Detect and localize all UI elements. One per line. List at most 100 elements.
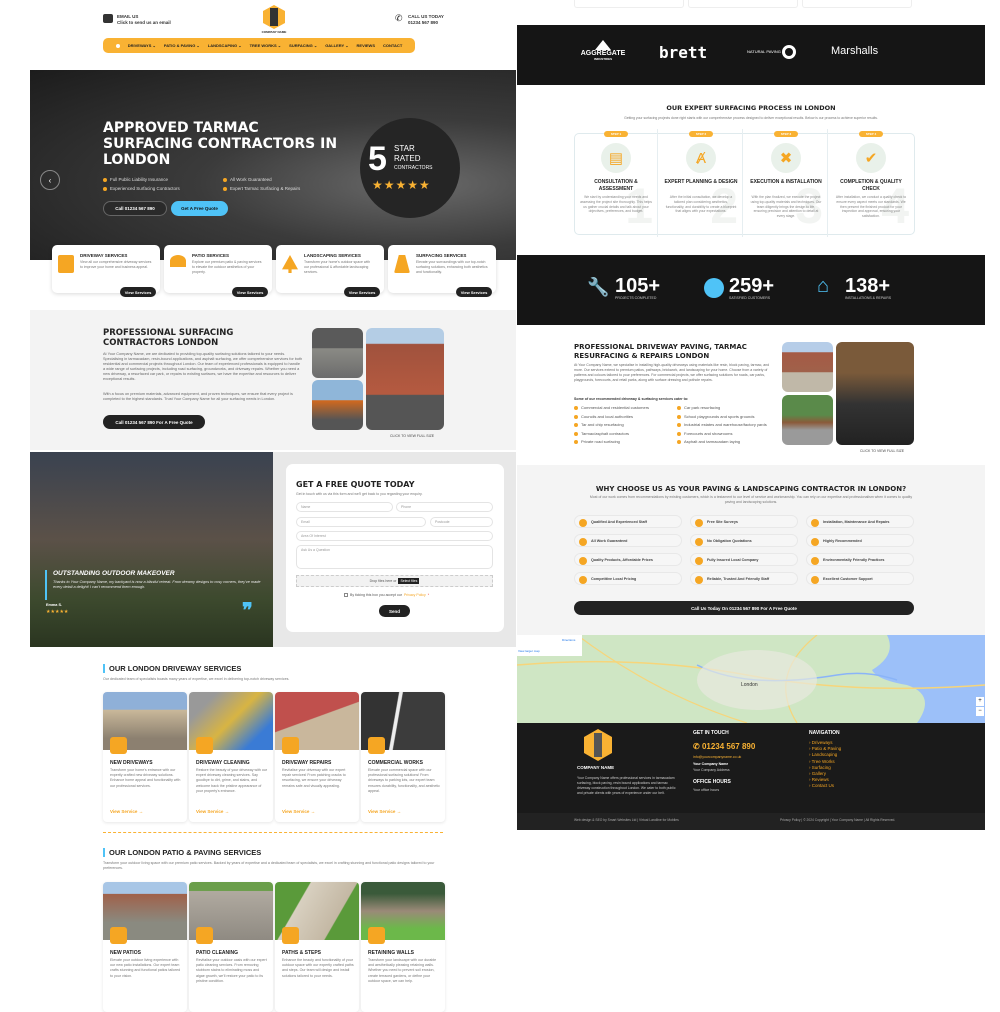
phone-field[interactable]: Phone — [396, 502, 493, 512]
map-zoom-out-button[interactable]: − — [976, 707, 984, 716]
nav-item-reviews[interactable]: REVIEWS — [357, 43, 375, 48]
map-canvas[interactable] — [517, 635, 985, 723]
service-card-title: LANDSCAPING SERVICES — [304, 253, 361, 258]
why-item: No Obligation Quotations — [690, 534, 798, 547]
directions-link[interactable]: Directions — [562, 638, 575, 642]
gallery-hint[interactable]: CLICK TO VIEW FULL SIZE — [860, 449, 904, 453]
map-zoom-in-button[interactable]: + — [976, 697, 984, 706]
map-embed[interactable]: Directions View larger map London + − — [517, 635, 985, 723]
nav-item-driveways[interactable]: DRIVEWAYS ⌄ — [128, 43, 156, 48]
view-services-button[interactable]: View Services — [232, 287, 268, 297]
section-title: OUR LONDON PATIO & PAVING SERVICES — [103, 848, 443, 857]
gallery-image-house[interactable] — [782, 342, 833, 392]
area-select[interactable]: Area Of Interest — [296, 531, 493, 541]
service-card-driveway-repairs[interactable]: DRIVEWAY REPAIRS Revitalise your drivewa… — [275, 692, 359, 822]
nav-item-contact[interactable]: CONTACT — [383, 43, 402, 48]
view-services-button[interactable]: View Services — [344, 287, 380, 297]
hero-quote-button[interactable]: Get A Free Quote — [171, 201, 228, 216]
gallery-image-gravel[interactable] — [312, 328, 363, 378]
gallery-hint[interactable]: CLICK TO VIEW FULL SIZE — [390, 434, 434, 438]
patio-door-icon — [110, 927, 127, 944]
select-files-button[interactable]: Select files — [398, 578, 420, 584]
nav-item-patio[interactable]: PATIO & PAVING ⌄ — [164, 43, 200, 48]
footer-copyright[interactable]: Privacy Policy | © 2024 Copyright | Your… — [780, 818, 895, 822]
nav-item-surfacing[interactable]: SURFACING ⌄ — [289, 43, 317, 48]
about-title: PROFESSIONAL SURFACING CONTRACTORS LONDO… — [103, 328, 234, 348]
footer-phone[interactable]: ✆ 01234 567 890 — [693, 742, 755, 751]
service-card-desc: View all our comprehensive driveway serv… — [80, 260, 152, 269]
logo-text: COMPANY NAME — [261, 30, 287, 34]
service-card-desc: Explore our premium patio & paving servi… — [192, 260, 262, 274]
about-call-button[interactable]: Call 01234 567 890 For A Free Quote — [103, 415, 205, 429]
step-desc: We start by understanding your needs and… — [580, 195, 652, 214]
badge-rated-text: RATED — [394, 154, 421, 163]
nav-item-tree-works[interactable]: TREE WORKS ⌄ — [250, 43, 282, 48]
call-number[interactable]: 01234 567 890 — [408, 20, 438, 25]
list-item: Tar and chip resurfacing — [574, 422, 624, 427]
name-field[interactable]: Name — [296, 502, 393, 512]
service-card-surfacing: SURFACING SERVICES Elevate your surround… — [388, 245, 496, 297]
consent-checkbox[interactable] — [344, 593, 348, 597]
list-item: Industrial estates and warehouse/factory… — [677, 422, 767, 427]
step-title: EXECUTION & INSTALLATION — [750, 179, 822, 185]
drop-text: Drop files here or — [369, 579, 397, 583]
card-remnant — [802, 0, 912, 8]
why-item: Qualified And Experienced Staff — [574, 515, 682, 528]
gallery-image-driveway[interactable] — [782, 395, 833, 445]
footer-nav-link[interactable]: Landscaping — [809, 752, 841, 758]
footer-email[interactable]: info@yourcompanyname.co.uk — [693, 755, 741, 759]
service-card-new-driveways[interactable]: NEW DRIVEWAYS Transform your home's entr… — [103, 692, 187, 822]
gallery-image-roller[interactable] — [312, 380, 363, 430]
patio-services-section: OUR LONDON PATIO & PAVING SERVICES Trans… — [103, 848, 443, 871]
step-title: EXPERT PLANNING & DESIGN — [664, 179, 738, 185]
service-card-driveway-cleaning[interactable]: DRIVEWAY CLEANING Restore the beauty of … — [189, 692, 273, 822]
email-field[interactable]: Email — [296, 517, 426, 527]
view-service-link[interactable]: View Service → — [368, 809, 401, 814]
company-logo[interactable] — [263, 5, 285, 29]
gallery-image-tarmac-laying[interactable] — [836, 342, 914, 445]
view-larger-map-link[interactable]: View larger map — [518, 649, 540, 653]
view-services-button[interactable]: View Services — [456, 287, 492, 297]
file-dropzone[interactable]: Drop files here or Select files — [296, 575, 493, 587]
process-step: 1 STEP 1 ▤ CONSULTATION & ASSESSMENT We … — [574, 129, 658, 237]
view-service-link[interactable]: View Service → — [196, 809, 229, 814]
view-service-link[interactable]: View Service → — [282, 809, 315, 814]
paving-title: PROFESSIONAL DRIVEWAY PAVING, TARMAC RES… — [574, 343, 747, 360]
tools-icon: ✖ — [771, 143, 801, 173]
why-item: Highly Recommended — [806, 534, 914, 547]
form-subtitle: Get in touch with us via this form and w… — [296, 492, 423, 496]
view-service-link[interactable]: View Service → — [110, 809, 143, 814]
service-card-retaining-walls[interactable]: RETAINING WALLS Transform your landscape… — [361, 882, 445, 1012]
privacy-policy-link[interactable]: Privacy Policy — [404, 593, 426, 597]
home-icon[interactable] — [115, 43, 120, 48]
tree-icon — [282, 255, 298, 273]
about-section: PROFESSIONAL SURFACING CONTRACTORS LONDO… — [30, 310, 516, 450]
view-services-button[interactable]: View Services — [120, 287, 156, 297]
postcode-field[interactable]: Postcode — [430, 517, 493, 527]
testimonial-text: Thanks to Your Company Name, my backyard… — [53, 580, 261, 589]
service-card-commercial-works[interactable]: COMMERCIAL WORKS Elevate your commercial… — [361, 692, 445, 822]
footer-nav-link[interactable]: Contact Us — [809, 783, 841, 789]
slider-prev-button[interactable]: ‹ — [40, 170, 60, 190]
nav-item-gallery[interactable]: GALLERY ⌄ — [325, 43, 348, 48]
partner-logo-natural-paving: NATURAL PAVING — [747, 45, 796, 59]
gallery-image-house[interactable] — [366, 328, 444, 430]
step-desc: With the plan finalized, we execute the … — [750, 195, 822, 219]
partner-logo-brett: brett — [659, 43, 708, 62]
service-card-new-patios[interactable]: NEW PATIOS Elevate your outdoor living e… — [103, 882, 187, 1012]
question-textarea[interactable]: Ask Us a Question — [296, 545, 493, 569]
stat-installations: ⌂ 138+ INSTALLATIONS & REPAIRS — [817, 275, 892, 300]
natural-paving-ring-icon — [781, 45, 796, 59]
why-call-button[interactable]: Call Us Today On 01234 567 890 For A Fre… — [574, 601, 914, 615]
footer-credit[interactable]: Web design & SEO by Smart Websites Ltd |… — [574, 818, 679, 822]
nav-item-landscaping[interactable]: LANDSCAPING ⌄ — [208, 43, 242, 48]
partner-logos-bar: AGGREGATE INDUSTRIES brett NATURAL PAVIN… — [517, 25, 985, 85]
list-item: Asphalt and tarmacadam laying — [677, 439, 740, 444]
required-mark: * — [427, 593, 430, 597]
send-button[interactable]: Send — [379, 605, 410, 617]
service-card-patio-cleaning[interactable]: PATIO CLEANING Revitalise your outdoor o… — [189, 882, 273, 1012]
service-card-paths-steps[interactable]: PATHS & STEPS Enhance the beauty and fun… — [275, 882, 359, 1012]
why-item: All Work Guaranteed — [574, 534, 682, 547]
hero-call-button[interactable]: Call 01234 567 890 — [103, 201, 167, 216]
email-link[interactable]: Click to send us an email — [117, 20, 171, 25]
